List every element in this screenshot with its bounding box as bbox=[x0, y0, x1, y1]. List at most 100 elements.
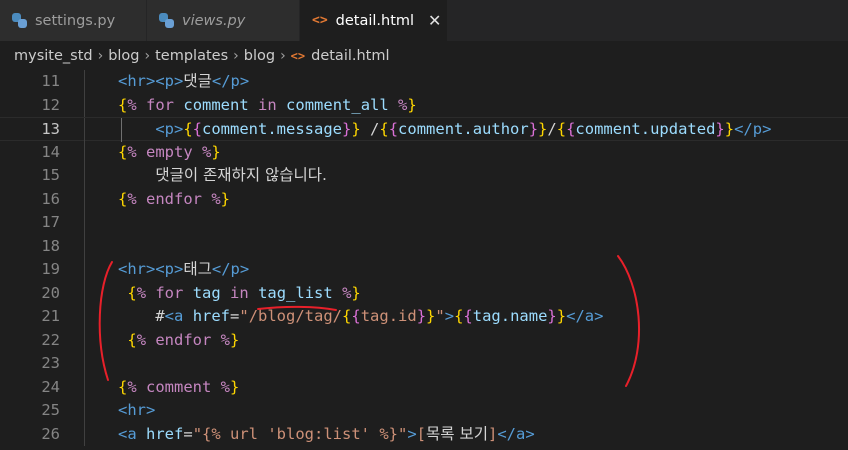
code-text: #<a href="/blog/tag/{{tag.id}}">{{tag.na… bbox=[118, 305, 603, 329]
code-text: {% comment %} bbox=[118, 376, 239, 400]
code-line[interactable]: 21 #<a href="/blog/tag/{{tag.id}}">{{tag… bbox=[0, 305, 848, 329]
code-line[interactable]: 25 <hr> bbox=[0, 399, 848, 423]
breadcrumb-item-templates[interactable]: templates bbox=[155, 48, 228, 64]
chevron-right-icon: › bbox=[97, 47, 104, 64]
code-line[interactable]: 16 {% endfor %} bbox=[0, 187, 848, 211]
html-icon: <> bbox=[290, 48, 306, 63]
tab-detail-html[interactable]: <> detail.html ✕ bbox=[300, 0, 448, 41]
tab-views-py[interactable]: views.py bbox=[147, 0, 300, 41]
code-token: 댓글이 존재하지 않습니다. bbox=[155, 166, 327, 184]
code-token: % bbox=[342, 283, 352, 302]
code-token: tag.name bbox=[472, 307, 548, 325]
code-line[interactable]: 23 bbox=[0, 352, 848, 376]
code-token: } bbox=[342, 120, 352, 138]
line-number: 22 bbox=[41, 330, 60, 349]
indent-guide bbox=[84, 352, 85, 376]
code-token: 댓글 bbox=[183, 72, 212, 90]
code-token: { bbox=[118, 377, 128, 396]
code-token: "{% url 'blog:list' %}" bbox=[192, 424, 408, 443]
code-token: } bbox=[556, 307, 567, 325]
line-number: 17 bbox=[41, 213, 60, 231]
code-token: <p> bbox=[155, 72, 184, 90]
code-token: comment.message bbox=[202, 120, 342, 138]
code-text: {% empty %} bbox=[118, 141, 221, 165]
code-token: % empty % bbox=[127, 142, 212, 161]
code-token: <a bbox=[164, 307, 184, 325]
code-token: " bbox=[435, 307, 445, 325]
breadcrumb-item-blog[interactable]: blog bbox=[108, 48, 139, 64]
code-token: <a bbox=[118, 424, 137, 443]
indent-guide bbox=[84, 234, 85, 258]
code-line[interactable]: 13 <p>{{comment.message}} /{{comment.aut… bbox=[0, 117, 848, 142]
code-token: </p> bbox=[734, 120, 772, 138]
code-token: tag_list bbox=[258, 283, 333, 302]
python-icon bbox=[159, 13, 174, 28]
breadcrumb-item-blog-sub[interactable]: blog bbox=[244, 48, 275, 64]
chevron-right-icon: › bbox=[233, 47, 239, 64]
code-token: comment.updated bbox=[575, 120, 716, 138]
code-token: comment bbox=[183, 95, 249, 114]
code-token: / bbox=[360, 120, 380, 138]
code-token: { bbox=[127, 283, 137, 302]
tab-settings-py[interactable]: settings.py bbox=[0, 0, 147, 41]
code-token: } bbox=[230, 377, 240, 396]
line-number: 23 bbox=[41, 354, 60, 372]
code-token: 목록 보기 bbox=[426, 424, 488, 443]
code-token: % endfor % bbox=[136, 330, 231, 349]
editor-tab-bar: settings.py views.py <> detail.html ✕ bbox=[0, 0, 848, 41]
code-token: href bbox=[192, 307, 231, 325]
code-token: comment.author bbox=[398, 120, 529, 138]
code-token: { bbox=[463, 307, 473, 325]
code-line[interactable]: 22 {% endfor %} bbox=[0, 328, 848, 353]
close-icon[interactable]: ✕ bbox=[428, 11, 441, 30]
code-token: } bbox=[715, 120, 725, 138]
breadcrumb-item-file[interactable]: detail.html bbox=[311, 48, 389, 64]
code-token: } bbox=[351, 283, 361, 302]
html-icon: <> bbox=[312, 13, 328, 28]
code-line[interactable]: 26 <a href="{% url 'blog:list' %}">[목록 보기… bbox=[0, 422, 848, 446]
indent-guide bbox=[84, 258, 85, 282]
code-line[interactable]: 18 bbox=[0, 234, 848, 258]
code-line[interactable]: 17 bbox=[0, 211, 848, 235]
line-number: 20 bbox=[41, 283, 60, 302]
code-text: <p>{{comment.message}} /{{comment.author… bbox=[118, 118, 771, 142]
code-line[interactable]: 12 {% for comment in comment_all %} bbox=[0, 93, 848, 117]
line-number: 13 bbox=[41, 120, 60, 138]
breadcrumb-item-mysite-std[interactable]: mysite_std bbox=[14, 48, 93, 64]
code-line[interactable]: 19 <hr><p>태그</p> bbox=[0, 258, 848, 282]
code-token: { bbox=[342, 307, 352, 325]
indent-guide bbox=[84, 164, 85, 188]
code-line[interactable]: 24 {% comment %} bbox=[0, 375, 848, 400]
indent-guide bbox=[84, 328, 85, 352]
code-token: { bbox=[379, 120, 389, 138]
code-token: <p> bbox=[155, 260, 184, 278]
indent-guide bbox=[84, 140, 85, 164]
line-number: 25 bbox=[41, 401, 60, 419]
code-line[interactable]: 11 <hr><p>댓글</p> bbox=[0, 70, 848, 94]
code-token: } bbox=[351, 120, 361, 138]
breadcrumb: mysite_std › blog › templates › blog › <… bbox=[0, 41, 848, 70]
code-text: <hr><p>태그</p> bbox=[118, 258, 249, 282]
code-token: } bbox=[538, 120, 548, 138]
code-token: } bbox=[230, 330, 240, 349]
code-line[interactable]: 14 {% empty %} bbox=[0, 140, 848, 165]
code-token: % for bbox=[127, 95, 175, 114]
code-editor[interactable]: 11 <hr><p>댓글</p> 12 {% for comment in comme… bbox=[0, 70, 848, 450]
code-text: {% endfor %} bbox=[118, 329, 239, 353]
code-token: } bbox=[547, 307, 557, 325]
code-token: tag.id bbox=[360, 307, 417, 325]
line-number: 15 bbox=[41, 166, 60, 184]
indent-guide bbox=[84, 422, 85, 446]
code-line[interactable]: 15 댓글이 존재하지 않습니다. bbox=[0, 164, 848, 188]
code-token: { bbox=[118, 189, 128, 208]
indent-guide bbox=[84, 70, 85, 94]
code-token: / bbox=[547, 120, 557, 138]
code-line[interactable]: 20 {% for tag in tag_list %} bbox=[0, 281, 848, 305]
indent-guide bbox=[84, 93, 85, 117]
